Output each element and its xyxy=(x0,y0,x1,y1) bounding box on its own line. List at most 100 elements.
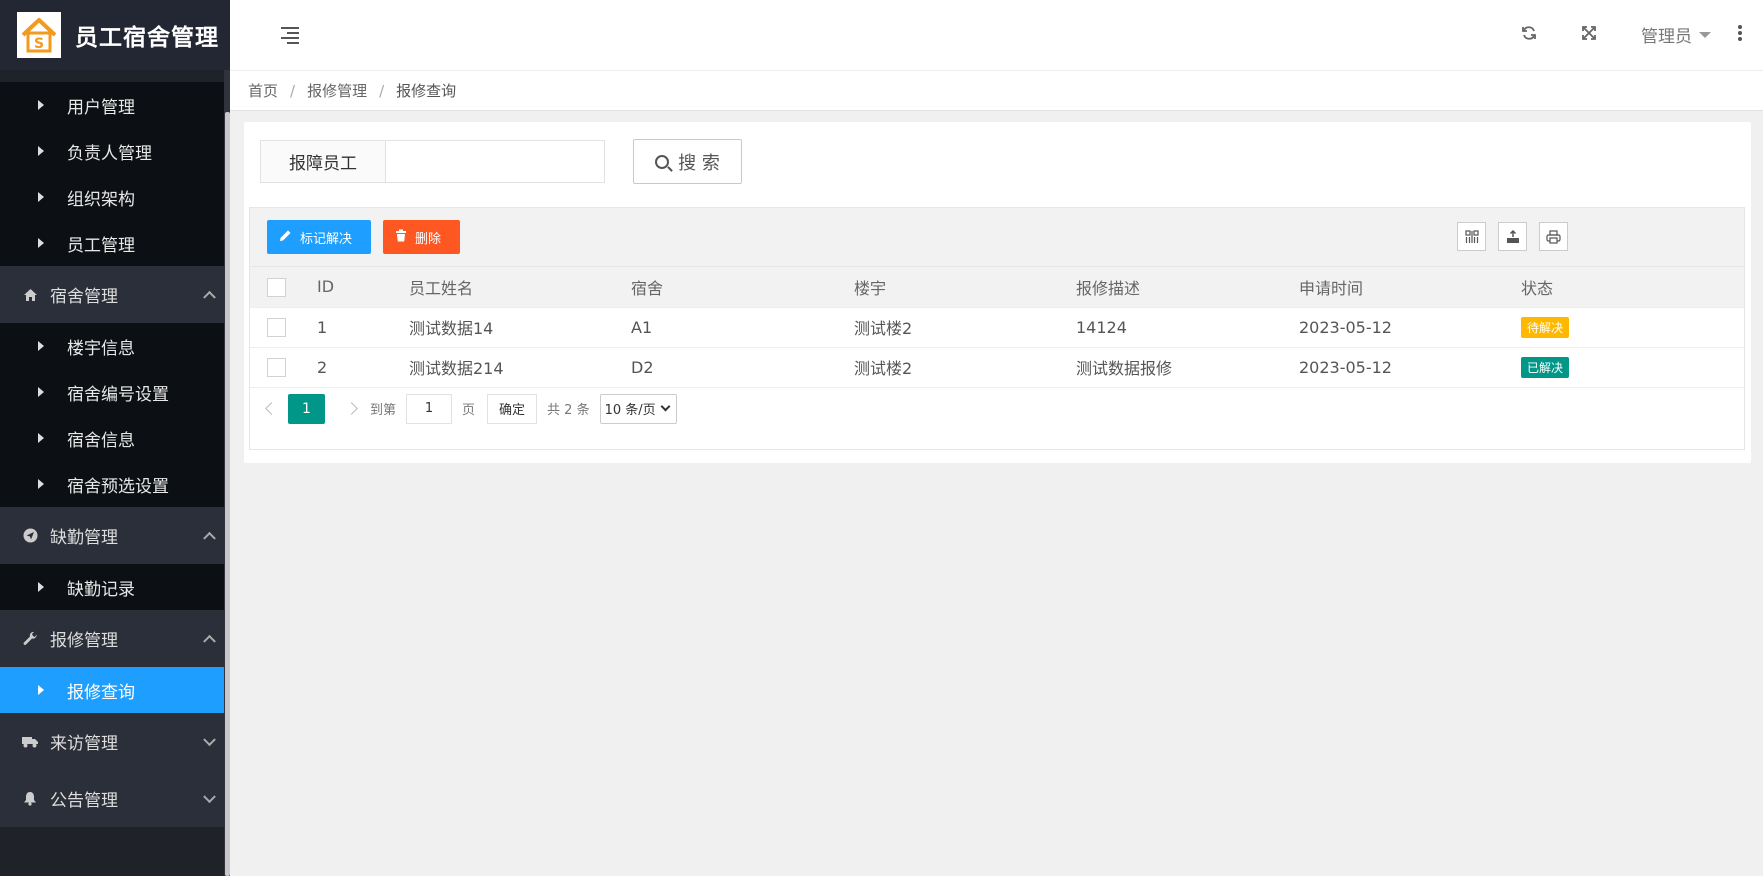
row-checkbox[interactable] xyxy=(267,358,286,377)
caret-right-icon xyxy=(38,582,44,592)
current-page[interactable]: 1 xyxy=(288,393,325,424)
cell-dorm: A1 xyxy=(631,307,854,348)
cell-building: 测试楼2 xyxy=(854,307,1076,348)
goto-page-input[interactable] xyxy=(406,393,453,424)
table-toolbar: 标记解决 删除 xyxy=(250,208,1744,267)
sidebar-scrollbar-thumb[interactable] xyxy=(225,112,230,876)
column-header-dorm[interactable]: 宿舍 xyxy=(631,267,854,308)
bell-icon xyxy=(22,791,38,807)
sidebar-group-notices[interactable]: 公告管理 xyxy=(0,770,230,827)
app-logo: S xyxy=(17,12,61,58)
column-header-name[interactable]: 员工姓名 xyxy=(409,267,631,308)
sidebar-group-absence[interactable]: 缺勤管理 xyxy=(0,507,230,564)
breadcrumb-section[interactable]: 报修管理 xyxy=(307,80,367,101)
breadcrumb-separator: / xyxy=(379,81,385,100)
mark-resolved-label: 标记解决 xyxy=(300,231,353,247)
column-header-time[interactable]: 申请时间 xyxy=(1299,267,1521,308)
breadcrumb-home[interactable]: 首页 xyxy=(248,80,278,101)
breadcrumb-separator: / xyxy=(290,81,296,100)
sidebar-group-label: 公告管理 xyxy=(50,791,118,811)
sidebar-item-buildings[interactable]: 楼宇信息 xyxy=(0,323,230,369)
main-panel: 报障员工 搜 索 标记解决 删除 ID 员工姓名 宿舍 楼宇 报修描述 申请时间… xyxy=(244,122,1751,463)
column-header-status[interactable]: 状态 xyxy=(1521,267,1744,308)
select-all-checkbox[interactable] xyxy=(267,277,286,297)
sidebar-item-absence-records[interactable]: 缺勤记录 xyxy=(0,564,230,610)
cell-description: 14124 xyxy=(1076,307,1299,348)
cell-description: 测试数据报修 xyxy=(1076,347,1299,388)
chevron-down-icon xyxy=(660,401,671,412)
send-icon xyxy=(22,528,38,544)
columns-icon[interactable] xyxy=(1457,222,1486,251)
row-select-cell xyxy=(250,347,317,388)
menu-toggle-icon[interactable] xyxy=(281,27,299,44)
search-label: 报障员工 xyxy=(260,140,386,183)
sidebar-item-managers[interactable]: 负责人管理 xyxy=(0,128,230,174)
user-menu[interactable]: 管理员 xyxy=(1641,22,1711,47)
goto-confirm-button[interactable]: 确定 xyxy=(487,393,538,424)
sidebar-group-visitors[interactable]: 来访管理 xyxy=(0,713,230,770)
employee-search-input[interactable] xyxy=(385,140,605,183)
chevron-down-icon xyxy=(203,732,216,746)
prev-page-icon[interactable] xyxy=(265,402,278,415)
sidebar-item-users[interactable]: 用户管理 xyxy=(0,82,230,128)
search-button[interactable]: 搜 索 xyxy=(633,139,742,184)
user-name: 管理员 xyxy=(1641,27,1692,47)
sidebar: S 员工宿舍管理 用户管理 负责人管理 组织架构 员工管理 宿舍管理 楼宇信息 … xyxy=(0,0,230,876)
mark-resolved-button[interactable]: 标记解决 xyxy=(267,220,371,254)
sidebar-group-repair[interactable]: 报修管理 xyxy=(0,610,230,667)
cell-time: 2023-05-12 xyxy=(1299,347,1521,388)
sidebar-item-label: 负责人管理 xyxy=(67,143,152,164)
caret-right-icon xyxy=(38,238,44,248)
column-header-building[interactable]: 楼宇 xyxy=(854,267,1076,308)
sidebar-item-org[interactable]: 组织架构 xyxy=(0,174,230,220)
sidebar-item-dorm-number[interactable]: 宿舍编号设置 xyxy=(0,369,230,415)
caret-right-icon xyxy=(38,100,44,110)
column-header-description[interactable]: 报修描述 xyxy=(1076,267,1299,308)
caret-right-icon xyxy=(38,341,44,351)
sidebar-item-label: 用户管理 xyxy=(67,97,135,118)
submenu-dorm: 楼宇信息 宿舍编号设置 宿舍信息 宿舍预选设置 xyxy=(0,323,230,507)
row-checkbox[interactable] xyxy=(267,318,286,337)
table-row[interactable]: 1 测试数据14 A1 测试楼2 14124 2023-05-12 待解决 xyxy=(250,307,1744,348)
sidebar-item-dorm-info[interactable]: 宿舍信息 xyxy=(0,415,230,461)
table-row[interactable]: 2 测试数据214 D2 测试楼2 测试数据报修 2023-05-12 已解决 xyxy=(250,347,1744,388)
wrench-icon xyxy=(22,631,38,647)
delete-button[interactable]: 删除 xyxy=(383,220,460,254)
sidebar-menu: 用户管理 负责人管理 组织架构 员工管理 宿舍管理 楼宇信息 宿舍编号设置 宿舍… xyxy=(0,70,230,876)
caret-right-icon xyxy=(38,192,44,202)
sidebar-group-dorm[interactable]: 宿舍管理 xyxy=(0,266,230,323)
page-size-value: 10 条/页 xyxy=(604,403,656,418)
caret-right-icon xyxy=(38,479,44,489)
sidebar-item-dorm-preselect[interactable]: 宿舍预选设置 xyxy=(0,461,230,507)
sidebar-item-label: 员工管理 xyxy=(67,235,135,256)
search-button-label: 搜 索 xyxy=(678,152,720,174)
svg-text:S: S xyxy=(34,36,44,52)
cell-id: 2 xyxy=(317,347,409,388)
caret-down-icon xyxy=(1699,31,1711,38)
sidebar-group-label: 宿舍管理 xyxy=(50,287,118,307)
status-badge: 待解决 xyxy=(1521,316,1570,338)
sidebar-item-label: 组织架构 xyxy=(67,189,135,210)
print-icon[interactable] xyxy=(1539,222,1568,251)
submenu-repair: 报修查询 xyxy=(0,667,230,713)
sidebar-item-employees[interactable]: 员工管理 xyxy=(0,220,230,266)
total-count: 共 2 条 xyxy=(547,403,590,418)
more-icon[interactable] xyxy=(1738,25,1742,43)
chevron-up-icon xyxy=(203,531,216,545)
select-all-cell xyxy=(250,267,317,308)
sidebar-item-repair-query[interactable]: 报修查询 xyxy=(0,667,230,713)
column-header-id[interactable]: ID xyxy=(317,267,409,308)
goto-label: 到第 xyxy=(370,403,397,418)
row-select-cell xyxy=(250,307,317,348)
caret-right-icon xyxy=(38,387,44,397)
truck-icon xyxy=(22,734,38,750)
fullscreen-icon[interactable] xyxy=(1578,22,1600,44)
trash-icon xyxy=(395,229,407,246)
search-icon xyxy=(655,154,670,169)
next-page-icon[interactable] xyxy=(345,402,358,415)
sidebar-group-label: 来访管理 xyxy=(50,734,118,754)
page-size-select[interactable]: 10 条/页 xyxy=(599,393,677,424)
refresh-icon[interactable] xyxy=(1518,22,1540,44)
export-icon[interactable] xyxy=(1498,222,1527,251)
caret-right-icon xyxy=(38,685,44,695)
